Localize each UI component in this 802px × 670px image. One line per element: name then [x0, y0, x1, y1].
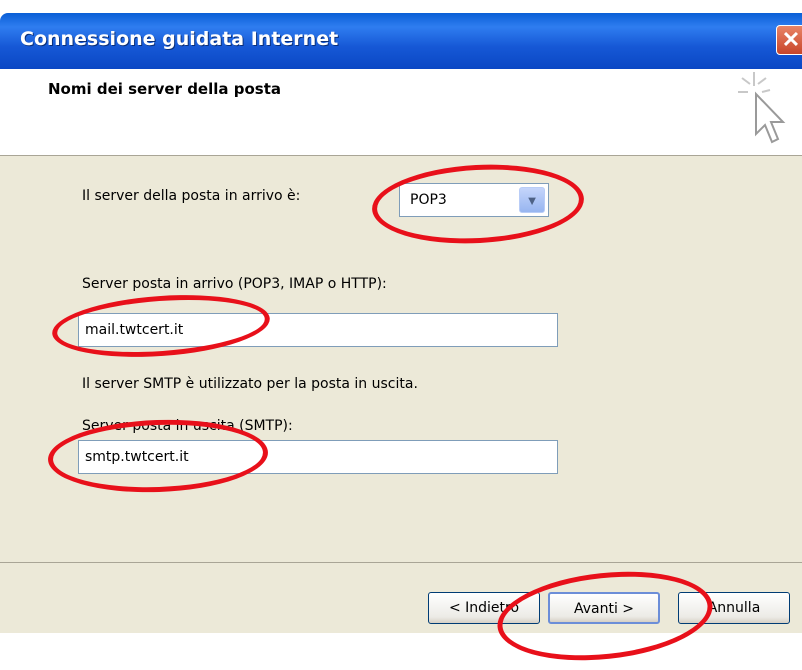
back-button[interactable]: < Indietro	[428, 592, 540, 624]
incoming-server-label: Server posta in arrivo (POP3, IMAP o HTT…	[82, 276, 387, 292]
window-title: Connessione guidata Internet	[20, 28, 339, 50]
incoming-server-type-select[interactable]: POP3 ▼	[399, 183, 549, 217]
page-title: Nomi dei server della posta	[48, 80, 281, 98]
outgoing-server-input[interactable]: smtp.twtcert.it	[78, 440, 558, 474]
incoming-server-type-label: Il server della posta in arrivo è:	[82, 188, 301, 204]
incoming-server-input[interactable]: mail.twtcert.it	[78, 313, 558, 347]
smtp-note: Il server SMTP è utilizzato per la posta…	[82, 376, 418, 392]
close-button[interactable]: ✕	[776, 25, 802, 55]
wizard-cursor-icon	[738, 72, 786, 144]
incoming-server-type-value: POP3	[410, 192, 447, 208]
cancel-button[interactable]: Annulla	[678, 592, 790, 624]
outgoing-server-label: Server posta in uscita (SMTP):	[82, 418, 293, 434]
chevron-down-icon[interactable]: ▼	[519, 187, 545, 213]
title-bar: Connessione guidata Internet ✕	[0, 0, 802, 80]
next-button[interactable]: Avanti >	[548, 592, 660, 624]
